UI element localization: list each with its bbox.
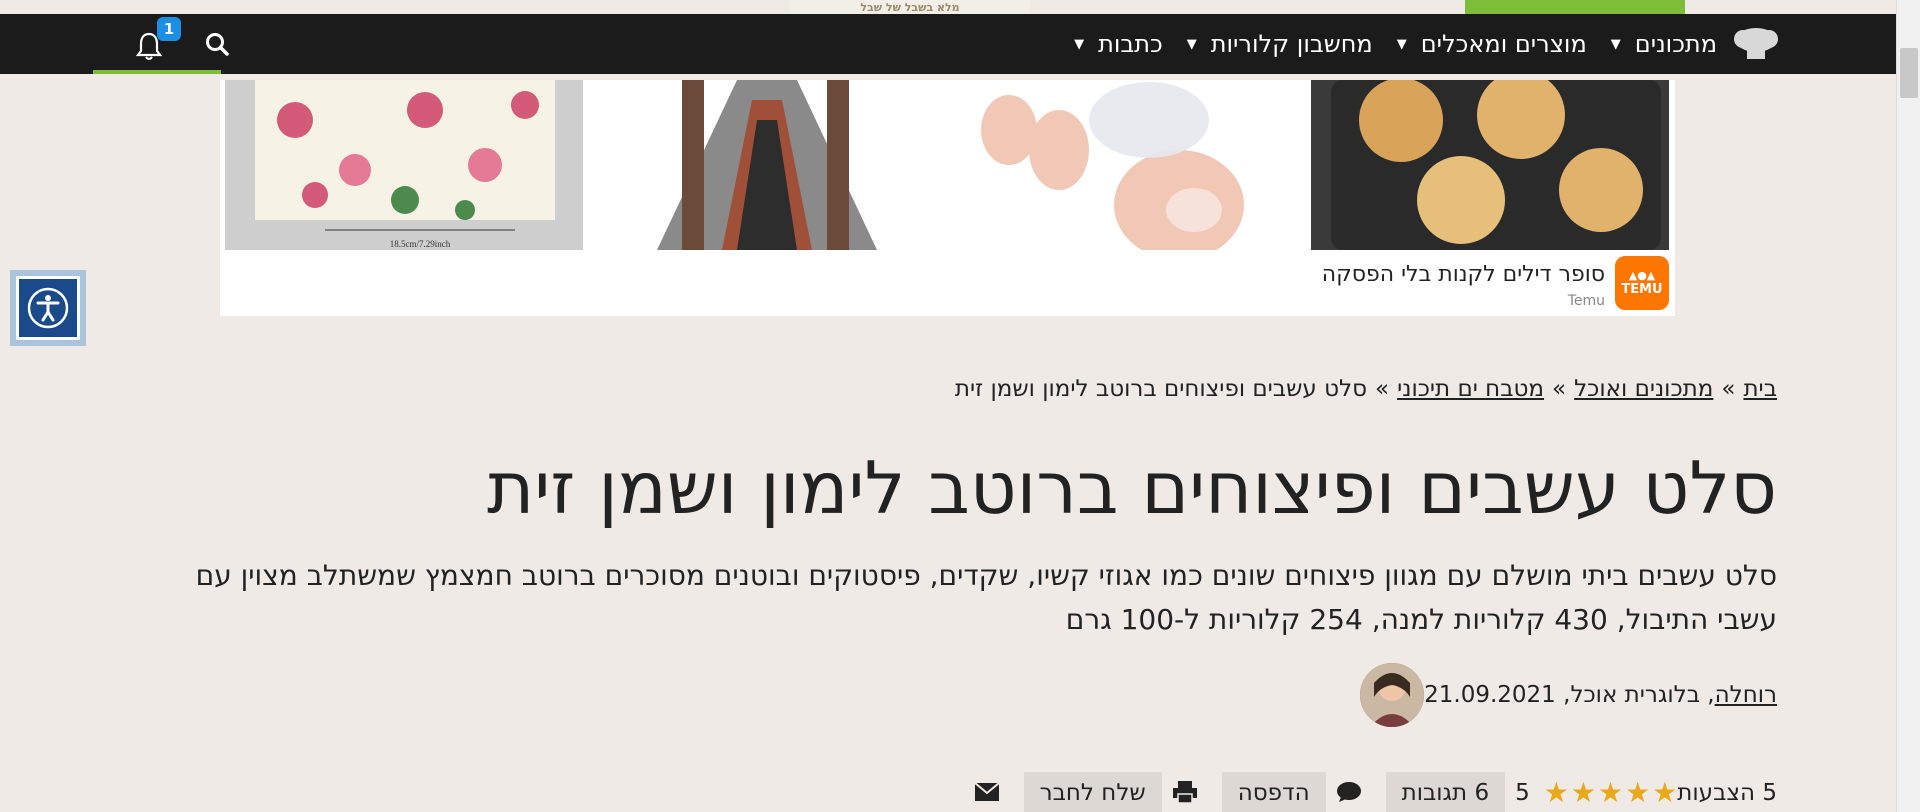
- scrollbar[interactable]: [1896, 0, 1920, 812]
- comment-icon[interactable]: [1332, 772, 1366, 812]
- nav-item-articles[interactable]: כתבות ▼: [1074, 30, 1163, 58]
- author-line: רוחלה, בלוגרית אוכל, 21.09.2021: [1348, 662, 1777, 728]
- accessibility-icon: [16, 276, 80, 340]
- breadcrumb-home[interactable]: בית: [1743, 376, 1777, 402]
- print-button[interactable]: הדפסה: [1221, 772, 1326, 812]
- caret-down-icon: ▼: [1074, 36, 1085, 52]
- nav-tools: 1: [93, 14, 229, 74]
- author-name-link[interactable]: רוחלה: [1715, 682, 1777, 708]
- send-to-friend-button[interactable]: שלח לחבר: [1023, 772, 1162, 812]
- ad-image-pot[interactable]: 18.5cm/7.29inch: [225, 80, 583, 250]
- breadcrumb-separator: »: [1375, 376, 1390, 402]
- breadcrumb-separator: »: [1552, 376, 1567, 402]
- envelope-icon[interactable]: [970, 772, 1004, 812]
- ad-image-label: 18.5cm/7.29inch: [390, 239, 451, 249]
- breadcrumb-current: סלט עשבים ופיצוחים ברוטב לימון ושמן זית: [954, 376, 1368, 402]
- nav-item-products[interactable]: מוצרים ומאכלים ▼: [1397, 30, 1587, 58]
- avatar[interactable]: [1360, 663, 1425, 727]
- ad-image-toe-separator[interactable]: [949, 80, 1307, 250]
- star-icon[interactable]: ★: [1571, 776, 1596, 809]
- breadcrumb-subcategory[interactable]: מטבח ים תיכוני: [1397, 376, 1544, 402]
- comments-button[interactable]: 6 תגובות: [1385, 772, 1506, 812]
- search-icon[interactable]: [203, 30, 233, 60]
- star-icon[interactable]: ★: [1598, 776, 1623, 809]
- star-rating[interactable]: ★ ★ ★ ★ ★: [1542, 772, 1678, 812]
- top-green-strip: [1465, 0, 1685, 14]
- caret-down-icon: ▼: [1610, 36, 1621, 52]
- print-icon[interactable]: [1168, 772, 1202, 812]
- breadcrumb-separator: »: [1721, 376, 1736, 402]
- breadcrumb: בית » מתכונים ואוכל » מטבח ים תיכוני » סלט עשב…: [955, 376, 1777, 402]
- notification-badge[interactable]: 1: [157, 17, 181, 41]
- page-title: סלט עשבים ופיצוחים ברוטב לימון ושמן זית: [486, 446, 1777, 530]
- nav-item-recipes[interactable]: מתכונים ▼: [1611, 30, 1717, 58]
- votes-count: 5 הצבעות: [1677, 780, 1777, 806]
- ad-text: סופר דילים לקנות בלי הפסקה Temu: [1322, 256, 1605, 309]
- ad-sponsor: Temu: [1567, 293, 1605, 309]
- caret-down-icon: ▼: [1186, 36, 1197, 52]
- temu-ad[interactable]: 18.5cm/7.29inch ▲●▲ TEMU סופר דילים לקנו…: [220, 80, 1675, 316]
- nav-item-label: מוצרים ומאכלים: [1420, 30, 1587, 58]
- author-text: רוחלה, בלוגרית אוכל, 21.09.2021: [1424, 682, 1777, 708]
- nav-item-label: מחשבון קלוריות: [1210, 30, 1373, 58]
- article-description: סלט עשבים ביתי מושלם עם מגוון פיצוחים שו…: [195, 559, 1777, 636]
- publish-date: 21.09.2021: [1424, 682, 1556, 708]
- nav-item-calorie-calculator[interactable]: מחשבון קלוריות ▼: [1187, 30, 1373, 58]
- article-actions: שלח לחבר הדפסה 6 תגובות 5 ★ ★ ★ ★ ★ 5 הצ…: [964, 772, 1777, 812]
- main-navbar: מתכונים ▼ מוצרים ומאכלים ▼ מחשבון קלוריו…: [0, 14, 1896, 74]
- caret-down-icon: ▼: [1396, 36, 1407, 52]
- accessibility-button[interactable]: [10, 270, 86, 346]
- temu-logo-text: TEMU: [1621, 282, 1663, 297]
- active-underline: [93, 70, 221, 74]
- breadcrumb-category[interactable]: מתכונים ואוכל: [1574, 376, 1713, 402]
- scrollbar-thumb[interactable]: [1900, 48, 1918, 98]
- nav-item-label: מתכונים: [1634, 30, 1717, 58]
- star-icon[interactable]: ★: [1652, 776, 1677, 809]
- nav-item-label: כתבות: [1098, 30, 1163, 58]
- ad-image-pan[interactable]: [1311, 80, 1669, 250]
- author-role: , בלוגרית אוכל,: [1555, 682, 1715, 708]
- ad-title[interactable]: סופר דילים לקנות בלי הפסקה: [1322, 262, 1605, 287]
- temu-logo-icon: ▲●▲ TEMU: [1615, 256, 1669, 310]
- ad-image-dress[interactable]: [587, 80, 945, 250]
- chef-hat-logo-icon[interactable]: [1731, 24, 1781, 64]
- rating-value: 5: [1515, 780, 1530, 806]
- star-icon[interactable]: ★: [1625, 776, 1650, 809]
- nav-menu: מתכונים ▼ מוצרים ומאכלים ▼ מחשבון קלוריו…: [1050, 14, 1781, 74]
- ad-caption[interactable]: ▲●▲ TEMU סופר דילים לקנות בלי הפסקה Temu: [1322, 256, 1669, 312]
- star-icon[interactable]: ★: [1544, 776, 1569, 809]
